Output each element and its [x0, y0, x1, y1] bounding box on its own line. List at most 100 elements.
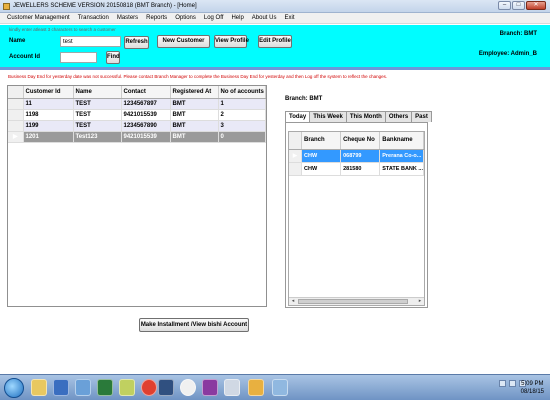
current-row-arrow-icon[interactable]: ▶ [8, 131, 24, 143]
tab-this-month[interactable]: This Month [345, 111, 386, 122]
make-installment-button[interactable]: Make Installment /View bishi Account [139, 318, 249, 332]
word-icon[interactable] [158, 379, 174, 396]
new-customer-button[interactable]: New Customer [157, 35, 210, 48]
table-row[interactable]: 1198 TEST 9421015539 BMT 2 [8, 109, 266, 121]
edit-profile-button[interactable]: Edit Profile [258, 35, 292, 48]
scroll-thumb[interactable] [298, 299, 408, 304]
menu-reports[interactable]: Reports [146, 15, 167, 21]
cheques-grid[interactable]: Branch Cheque No Bankname ▶ CHW 068799 P… [288, 131, 425, 306]
account-id-label: Account Id [9, 54, 40, 60]
grid-header-row: Branch Cheque No Bankname [289, 132, 424, 150]
tab-past[interactable]: Past [411, 111, 432, 122]
col-cheque-no[interactable]: Cheque No [340, 132, 381, 150]
col-registered-at[interactable]: Registered At [170, 86, 219, 99]
refresh-button[interactable]: Refresh [124, 36, 149, 49]
find-button[interactable]: Find [106, 51, 120, 64]
row-selector[interactable] [8, 98, 24, 110]
col-branch[interactable]: Branch [301, 132, 342, 150]
menu-about-us[interactable]: About Us [252, 15, 277, 21]
account-id-input[interactable] [60, 52, 97, 63]
table-row-selected[interactable]: ▶ 1201 Test123 9421015539 BMT 0 [8, 131, 266, 143]
cell: 0 [218, 131, 266, 143]
paint-icon[interactable] [272, 379, 288, 396]
tray-flag-icon[interactable] [499, 380, 506, 387]
branch-label: Branch: BMT [285, 96, 323, 102]
cell: BMT [170, 109, 219, 121]
clock[interactable]: 5:09 PM 08/18/15 [521, 380, 544, 396]
row-header-corner [8, 86, 24, 99]
app-window-icon[interactable] [224, 379, 240, 396]
menu-transaction[interactable]: Transaction [78, 15, 109, 21]
current-row-arrow-icon[interactable]: ▶ [289, 149, 302, 163]
network-icon[interactable] [75, 379, 91, 396]
media-player-icon[interactable] [53, 379, 69, 396]
col-contact[interactable]: Contact [121, 86, 171, 99]
menu-masters[interactable]: Masters [117, 15, 138, 21]
tab-panel-today: Branch Cheque No Bankname ▶ CHW 068799 P… [285, 122, 428, 308]
tab-this-week[interactable]: This Week [309, 111, 347, 122]
table-row[interactable]: CHW 281580 STATE BANK ... [289, 162, 424, 176]
cell: TEST [73, 120, 122, 132]
cell: 2 [218, 109, 266, 121]
menu-bar: Customer Management Transaction Masters … [0, 13, 550, 24]
scroll-left-icon[interactable]: ◂ [289, 298, 297, 305]
app-icon [3, 3, 10, 10]
col-customer-id[interactable]: Customer Id [23, 86, 74, 99]
scroll-right-icon[interactable]: ▸ [416, 298, 424, 305]
customers-grid[interactable]: Customer Id Name Contact Registered At N… [7, 85, 267, 307]
row-header-corner [289, 132, 302, 150]
search-hint: kindly enter atleast 3 characters to sea… [9, 27, 116, 32]
clock-date: 08/18/15 [520, 389, 544, 395]
view-profile-button[interactable]: View Profile [214, 35, 249, 48]
maximize-button[interactable]: □ [512, 1, 525, 10]
start-button-icon[interactable] [4, 378, 24, 398]
cell: 3 [218, 120, 266, 132]
menu-log-off[interactable]: Log Off [204, 15, 224, 21]
minimize-button[interactable]: – [498, 1, 511, 10]
menu-customer-management[interactable]: Customer Management [7, 15, 70, 21]
jewellers-app-icon[interactable] [248, 379, 264, 396]
visual-studio-icon[interactable] [202, 379, 218, 396]
cell: BMT [170, 131, 219, 143]
tab-others[interactable]: Others [384, 111, 413, 122]
table-row[interactable]: 11 TEST 1234567897 BMT 1 [8, 98, 266, 110]
period-tabs: Today This Week This Month Others Past [285, 111, 432, 123]
menu-help[interactable]: Help [231, 15, 243, 21]
window-title: JEWELLERS SCHEME VERSION 20150818 (BMT B… [13, 3, 197, 9]
cell: 281580 [340, 162, 381, 176]
row-selector[interactable] [8, 109, 24, 121]
cell: 1201 [23, 131, 74, 143]
file-manager-icon[interactable] [119, 379, 135, 396]
warning-message: Business Day End for yesterday date was … [8, 74, 388, 79]
horizontal-scrollbar[interactable]: ◂ ▸ [289, 297, 424, 305]
table-row[interactable]: 1199 TEST 1234567890 BMT 3 [8, 120, 266, 132]
menu-options[interactable]: Options [175, 15, 196, 21]
col-bankname[interactable]: Bankname [379, 132, 424, 150]
search-header: kindly enter atleast 3 characters to sea… [0, 25, 550, 67]
cell: BMT [170, 120, 219, 132]
branch-info: Branch: BMT [499, 31, 537, 37]
row-selector[interactable] [289, 162, 302, 176]
chrome-icon[interactable] [141, 379, 157, 396]
cell: Test123 [73, 131, 122, 143]
cell: Prerana Co-o... [379, 149, 424, 163]
tray-network-icon[interactable] [509, 380, 516, 387]
cell: 9421015539 [121, 109, 171, 121]
browser-icon[interactable] [180, 379, 196, 396]
name-input[interactable] [60, 36, 121, 47]
row-selector[interactable] [8, 120, 24, 132]
explorer-icon[interactable] [31, 379, 47, 396]
excel-icon[interactable] [97, 379, 113, 396]
header-divider [0, 67, 550, 70]
cell: CHW [301, 162, 342, 176]
close-button[interactable]: ✕ [526, 1, 546, 10]
cell: 9421015539 [121, 131, 171, 143]
cell: 1 [218, 98, 266, 110]
window-controls: – □ ✕ [498, 1, 546, 10]
col-no-of-accounts[interactable]: No of accounts [218, 86, 266, 99]
table-row-selected[interactable]: ▶ CHW 068799 Prerana Co-o... [289, 149, 424, 163]
col-name[interactable]: Name [73, 86, 122, 99]
menu-exit[interactable]: Exit [284, 15, 294, 21]
cell: 11 [23, 98, 74, 110]
cell: 1198 [23, 109, 74, 121]
